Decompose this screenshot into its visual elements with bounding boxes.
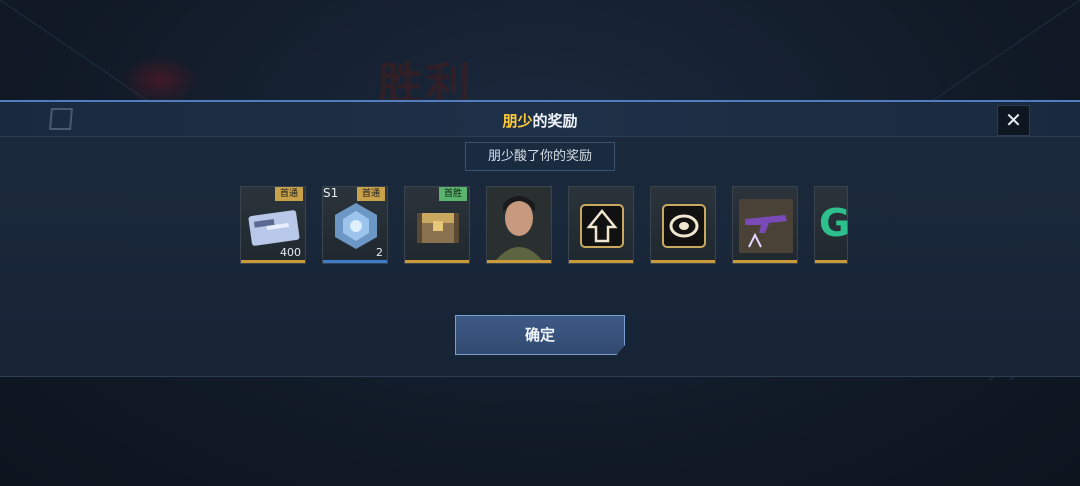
credit-card-icon: [248, 210, 300, 246]
weapon-skin-icon: [739, 199, 793, 253]
first-clear-tag: 首通: [274, 187, 303, 201]
reward-item-chest[interactable]: 首胜: [404, 186, 470, 264]
subtitle-banner: 朋少酸了你的奖励: [465, 142, 615, 171]
player-name: 朋少: [502, 112, 533, 130]
subtitle-player-name: 朋少: [487, 149, 514, 164]
blue-crystal-icon: [335, 203, 377, 249]
badge-icon: [662, 204, 706, 248]
confirm-button[interactable]: 确定: [455, 315, 625, 355]
reward-item-emblem[interactable]: [568, 186, 634, 264]
reward-item-badge[interactable]: [650, 186, 716, 264]
first-win-tag: 首胜: [438, 187, 467, 201]
partial-letter-icon: G: [819, 201, 851, 245]
rank-emblem-icon: [580, 204, 624, 248]
reward-quantity: 400: [280, 246, 301, 259]
subtitle-text: 酸了你的奖励: [514, 149, 593, 164]
reward-quantity: 2: [376, 246, 383, 259]
character-portrait-icon: [488, 188, 550, 260]
reward-item-crystal[interactable]: S1 首通 2: [322, 186, 388, 264]
background-glow: [120, 55, 200, 105]
dialog-header: 朋少的奖励 ✕: [0, 102, 1080, 137]
reward-item-portrait[interactable]: [486, 186, 552, 264]
reward-dialog: 朋少的奖励 ✕ 朋少酸了你的奖励 首通 400 S1 首通 2 首胜 G 确定: [0, 100, 1080, 377]
title-suffix: 的奖励: [532, 112, 578, 130]
reward-item-card[interactable]: 首通 400: [240, 186, 306, 264]
close-button[interactable]: ✕: [997, 105, 1030, 136]
reward-item-weapon[interactable]: [732, 186, 798, 264]
season-label: S1: [323, 186, 339, 200]
dialog-title: 朋少的奖励: [0, 110, 1080, 131]
first-clear-tag: 首通: [356, 187, 385, 201]
reward-item-partial[interactable]: G: [814, 186, 851, 264]
treasure-chest-icon: [417, 213, 459, 243]
